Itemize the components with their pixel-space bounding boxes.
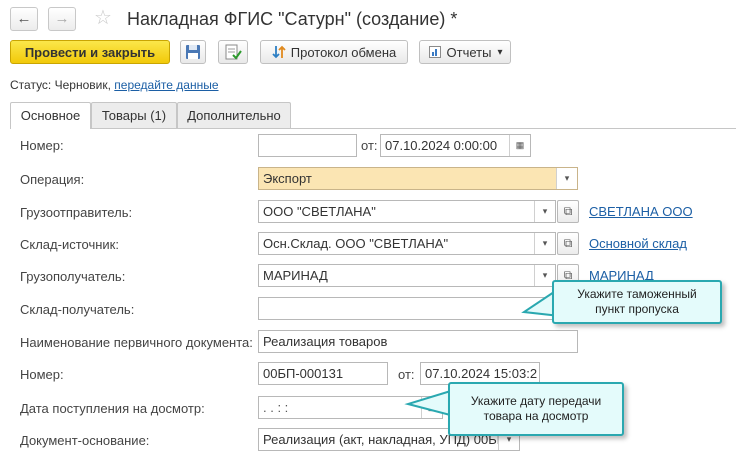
operation-label: Операция: bbox=[20, 172, 85, 187]
source-warehouse-link[interactable]: Основной склад bbox=[589, 237, 687, 251]
status-line: Статус: Черновик, передайте данные bbox=[10, 78, 219, 92]
number-label: Номер: bbox=[20, 138, 64, 153]
forward-button[interactable]: → bbox=[48, 7, 76, 31]
arrow-left-icon: ← bbox=[16, 10, 32, 27]
dropdown-arrow-icon[interactable]: ▾ bbox=[534, 233, 555, 254]
favorite-star-icon[interactable]: ☆ bbox=[94, 6, 112, 30]
document-number-input[interactable]: 00БП-000131 bbox=[258, 362, 388, 385]
tab-divider bbox=[10, 128, 736, 129]
open-source-warehouse-button[interactable]: ⧉ bbox=[557, 232, 579, 255]
exchange-icon bbox=[272, 45, 286, 59]
source-warehouse-select[interactable]: Осн.Склад. ООО "СВЕТЛАНА" ▾ bbox=[258, 232, 556, 255]
report-icon bbox=[428, 46, 441, 58]
tab-additional[interactable]: Дополнительно bbox=[177, 102, 291, 128]
inspection-date-label: Дата поступления на досмотр: bbox=[20, 401, 205, 416]
inspection-tooltip: Укажите дату передачи товара на досмотр bbox=[448, 382, 624, 436]
primary-document-input[interactable]: Реализация товаров bbox=[258, 330, 578, 353]
destination-warehouse-label: Склад-получатель: bbox=[20, 302, 135, 317]
dropdown-arrow-icon[interactable]: ▾ bbox=[556, 168, 577, 189]
status-label: Статус: bbox=[10, 78, 52, 92]
calendar-icon[interactable]: ▦ bbox=[509, 135, 530, 156]
status-value: Черновик, bbox=[54, 78, 111, 92]
save-button[interactable] bbox=[180, 40, 206, 64]
send-data-link[interactable]: передайте данные bbox=[114, 78, 218, 92]
arrow-right-icon: → bbox=[54, 10, 70, 27]
tab-goods[interactable]: Товары (1) bbox=[91, 102, 177, 128]
document-from-label: от: bbox=[398, 367, 415, 382]
window-title: Накладная ФГИС "Сатурн" (создание) * bbox=[127, 9, 458, 29]
basis-document-label: Документ-основание: bbox=[20, 433, 150, 448]
post-and-close-button[interactable]: Провести и закрыть bbox=[10, 40, 170, 64]
document-number-label: Номер: bbox=[20, 367, 64, 382]
primary-document-label: Наименование первичного документа: bbox=[20, 335, 253, 350]
operation-select[interactable]: Экспорт ▾ bbox=[258, 167, 578, 190]
date-input[interactable]: 07.10.2024 0:00:00 ▦ bbox=[380, 134, 531, 157]
save-icon bbox=[186, 45, 200, 59]
reports-menu-button[interactable]: Отчеты ▾ bbox=[419, 40, 511, 64]
open-icon: ⧉ bbox=[563, 204, 573, 218]
chevron-down-icon: ▾ bbox=[497, 46, 503, 58]
open-shipper-button[interactable]: ⧉ bbox=[557, 200, 579, 223]
back-button[interactable]: ← bbox=[10, 7, 38, 31]
exchange-protocol-button[interactable]: Протокол обмена bbox=[260, 40, 408, 64]
shipper-select[interactable]: ООО "СВЕТЛАНА" ▾ bbox=[258, 200, 556, 223]
source-warehouse-label: Склад-источник: bbox=[20, 237, 119, 252]
open-icon: ⧉ bbox=[563, 236, 573, 250]
number-input[interactable] bbox=[258, 134, 357, 157]
post-document-button[interactable] bbox=[218, 40, 248, 64]
post-document-icon bbox=[225, 44, 242, 60]
shipper-link[interactable]: СВЕТЛАНА ООО bbox=[589, 205, 693, 219]
shipper-label: Грузоотправитель: bbox=[20, 205, 133, 220]
dropdown-arrow-icon[interactable]: ▾ bbox=[534, 201, 555, 222]
customs-tooltip: Укажите таможенный пункт пропуска bbox=[552, 280, 722, 324]
tab-main[interactable]: Основное bbox=[10, 102, 91, 129]
from-label: от: bbox=[361, 138, 378, 153]
consignee-label: Грузополучатель: bbox=[20, 269, 126, 284]
